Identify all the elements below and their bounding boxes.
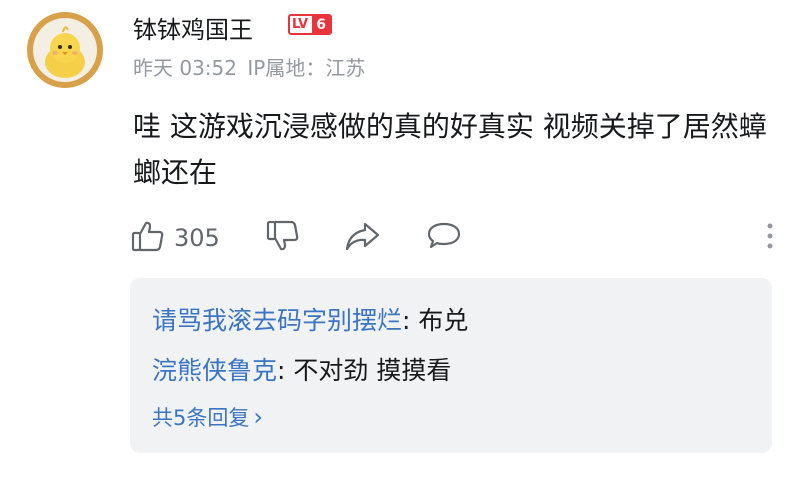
ip-label: IP属地： — [247, 56, 326, 80]
level-number: 6 — [312, 16, 330, 33]
reply-separator: : — [277, 356, 294, 385]
dislike-button[interactable] — [265, 218, 301, 258]
username[interactable]: 钵钵鸡国王 — [133, 10, 253, 45]
reply-author[interactable]: 请骂我滚去码字别摆烂 — [152, 306, 402, 335]
vertical-dots-icon — [765, 220, 775, 256]
ip-location: 江苏 — [325, 56, 366, 80]
reply-author[interactable]: 浣熊侠鲁克 — [152, 356, 277, 385]
chick-avatar-image — [33, 18, 97, 82]
level-prefix: LV — [292, 17, 308, 32]
reply-text: 不对劲 摸摸看 — [293, 356, 452, 385]
reply-separator: : — [402, 306, 419, 335]
comment-time: 昨天 03:52 — [133, 56, 237, 80]
view-all-replies-link[interactable]: 共5条回复 › — [152, 402, 263, 432]
action-bar: 305 — [130, 218, 775, 258]
comment-meta: 昨天 03:52 IP属地：江苏 — [133, 52, 365, 81]
chevron-right-icon: › — [253, 403, 263, 431]
thumbs-down-icon — [265, 218, 301, 258]
more-options-button[interactable] — [765, 218, 775, 258]
user-avatar[interactable] — [27, 12, 103, 88]
reply-item[interactable]: 浣熊侠鲁克: 不对劲 摸摸看 — [152, 351, 451, 387]
reply-button[interactable] — [425, 218, 463, 258]
thumbs-up-icon — [130, 218, 166, 258]
level-badge: LV 6 — [288, 14, 332, 35]
like-button[interactable]: 305 — [130, 218, 220, 258]
share-button[interactable] — [343, 218, 381, 258]
reply-item[interactable]: 请骂我滚去码字别摆烂: 布兑 — [152, 301, 468, 337]
view-all-replies-label: 共5条回复 — [152, 406, 250, 430]
replies-preview: 请骂我滚去码字别摆烂: 布兑 浣熊侠鲁克: 不对劲 摸摸看 共5条回复 › — [130, 278, 772, 453]
like-count: 305 — [174, 224, 220, 252]
comment-text: 哇 这游戏沉浸感做的真的好真实 视频关掉了居然蟑螂还在 — [133, 110, 767, 189]
share-arrow-icon — [343, 218, 381, 258]
reply-text: 布兑 — [418, 306, 469, 335]
speech-bubble-icon — [425, 218, 463, 258]
